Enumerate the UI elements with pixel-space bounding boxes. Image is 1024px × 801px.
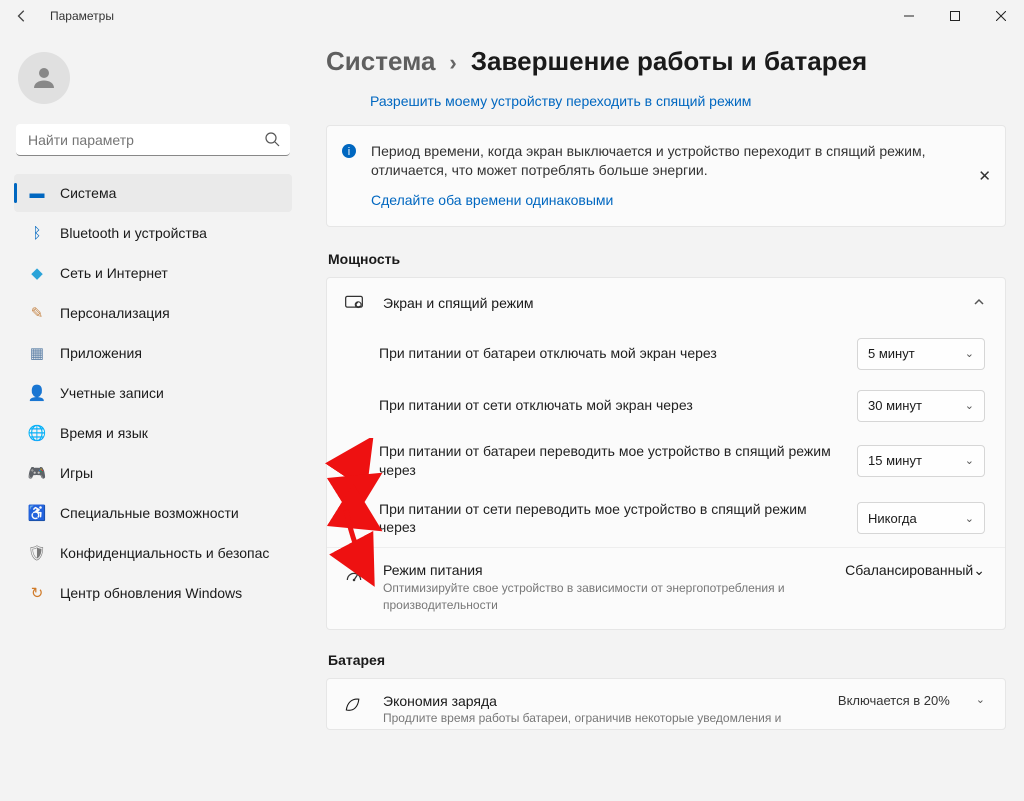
sidebar-item-label: Учетные записи [60,385,164,401]
screen-off-battery-select[interactable]: 5 минут⌄ [857,338,985,370]
gamepad-icon: 🎮 [28,464,46,482]
person-icon: 👤 [28,384,46,402]
sidebar-item-time-language[interactable]: 🌐 Время и язык [14,414,292,452]
sidebar-item-label: Приложения [60,345,142,361]
screen-sleep-card: Экран и спящий режим При питании от бата… [326,277,1006,630]
setting-label: При питании от сети отключать мой экран … [379,396,843,415]
close-button[interactable] [978,0,1024,32]
screen-sleep-header[interactable]: Экран и спящий режим [327,278,1005,328]
chevron-right-icon: › [449,50,456,76]
info-icon: i [341,143,357,162]
chevron-down-icon: ⌄ [965,512,974,525]
system-icon: ▬ [28,184,46,202]
screen-icon [343,292,365,314]
apps-icon: ▦ [28,344,46,362]
sidebar-item-privacy[interactable]: 🛡 Конфиденциальность и безопас [14,534,292,572]
search-box[interactable] [16,124,290,156]
leaf-icon [343,695,365,717]
chevron-up-icon [973,295,985,311]
setting-row: При питании от сети переводить мое устро… [327,490,1005,548]
sidebar-item-label: Сеть и Интернет [60,265,168,281]
sidebar-item-label: Система [60,185,116,201]
svg-text:i: i [348,146,350,158]
screen-sleep-label: Экран и спящий режим [383,295,955,311]
sleep-plugged-select[interactable]: Никогда⌄ [857,502,985,534]
sidebar-item-label: Специальные возможности [60,505,239,521]
setting-row: При питании от батареи переводить мое ус… [327,432,1005,490]
sidebar: ▬ Система ᛒ Bluetooth и устройства ◆ Сеть и… [0,32,300,801]
chevron-down-icon: ⌄ [973,562,985,578]
avatar [18,52,70,104]
window-title: Параметры [50,9,114,23]
battery-saver-row[interactable]: Экономия заряда Продлите время работы ба… [327,679,1005,729]
sidebar-item-personalization[interactable]: ✎ Персонализация [14,294,292,332]
chevron-down-icon: ⌄ [965,454,974,467]
power-mode-select[interactable]: Сбалансированный⌄ [845,562,985,579]
sidebar-item-accounts[interactable]: 👤 Учетные записи [14,374,292,412]
power-section-header: Мощность [328,251,1006,267]
accessibility-icon: ♿ [28,504,46,522]
brush-icon: ✎ [28,304,46,322]
setting-label: При питании от сети переводить мое устро… [379,500,843,538]
sidebar-item-label: Центр обновления Windows [60,585,242,601]
setting-row: При питании от сети отключать мой экран … [327,380,1005,432]
gauge-icon [343,564,365,586]
setting-label: При питании от батареи переводить мое ус… [379,442,843,480]
globe-icon: 🌐 [28,424,46,442]
nav-list: ▬ Система ᛒ Bluetooth и устройства ◆ Сеть и… [14,174,292,612]
main-content: Система › Завершение работы и батарея Ра… [300,32,1024,801]
sidebar-item-apps[interactable]: ▦ Приложения [14,334,292,372]
sidebar-item-label: Персонализация [60,305,170,321]
chevron-down-icon: ⌄ [976,693,985,706]
battery-saver-title: Экономия заряда [383,693,820,709]
screen-off-plugged-select[interactable]: 30 минут⌄ [857,390,985,422]
setting-label: При питании от батареи отключать мой экр… [379,344,843,363]
sidebar-item-accessibility[interactable]: ♿ Специальные возможности [14,494,292,532]
info-link[interactable]: Сделайте оба времени одинаковыми [371,192,963,208]
back-button[interactable] [12,6,32,26]
refresh-icon: ↻ [28,584,46,602]
minimize-button[interactable] [886,0,932,32]
sidebar-item-label: Время и язык [60,425,148,441]
shield-icon: 🛡 [28,544,46,562]
maximize-button[interactable] [932,0,978,32]
search-input[interactable] [16,124,290,156]
sidebar-item-bluetooth[interactable]: ᛒ Bluetooth и устройства [14,214,292,252]
setting-row: При питании от батареи отключать мой экр… [327,328,1005,380]
allow-sleep-link[interactable]: Разрешить моему устройству переходить в … [326,91,1006,125]
sidebar-item-label: Bluetooth и устройства [60,225,207,241]
sidebar-item-network[interactable]: ◆ Сеть и Интернет [14,254,292,292]
battery-saver-card: Экономия заряда Продлите время работы ба… [326,678,1006,730]
bluetooth-icon: ᛒ [28,224,46,242]
sidebar-item-update[interactable]: ↻ Центр обновления Windows [14,574,292,612]
sidebar-item-system[interactable]: ▬ Система [14,174,292,212]
titlebar: Параметры [0,0,1024,32]
info-text: Период времени, когда экран выключается … [371,142,963,180]
search-icon [264,131,280,150]
breadcrumb-parent[interactable]: Система [326,46,435,77]
power-mode-title: Режим питания [383,562,827,578]
info-banner: i Период времени, когда экран выключаетс… [326,125,1006,227]
profile-block[interactable] [14,46,292,118]
sidebar-item-label: Конфиденциальность и безопас [60,545,269,561]
wifi-icon: ◆ [28,264,46,282]
chevron-down-icon: ⌄ [965,347,974,360]
battery-section-header: Батарея [328,652,1006,668]
power-mode-sub: Оптимизируйте свое устройство в зависимо… [383,580,827,612]
page-title: Завершение работы и батарея [471,46,867,77]
battery-saver-status: Включается в 20% [838,693,950,708]
power-mode-row: Режим питания Оптимизируйте свое устройс… [327,547,1005,628]
sidebar-item-label: Игры [60,465,93,481]
chevron-down-icon: ⌄ [965,399,974,412]
sidebar-item-gaming[interactable]: 🎮 Игры [14,454,292,492]
dismiss-button[interactable]: ✕ [978,167,991,185]
sleep-battery-select[interactable]: 15 минут⌄ [857,445,985,477]
battery-saver-sub: Продлите время работы батареи, ограничив… [383,711,820,725]
breadcrumb: Система › Завершение работы и батарея [326,46,1006,77]
